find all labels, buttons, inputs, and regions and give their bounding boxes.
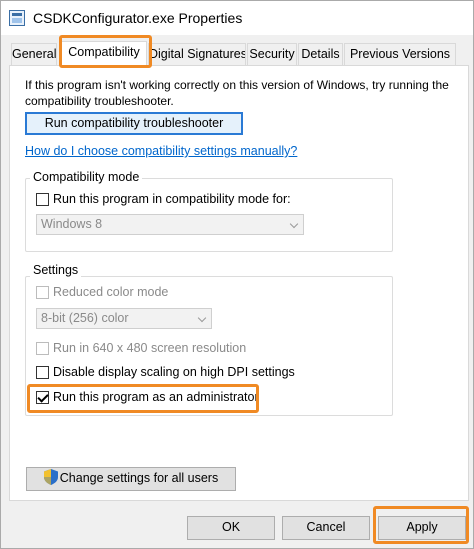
chevron-down-icon — [289, 219, 299, 229]
disable-dpi-label: Disable display scaling on high DPI sett… — [53, 365, 295, 379]
properties-dialog: CSDKConfigurator.exe Properties General … — [0, 0, 474, 549]
run-as-admin-row[interactable]: Run this program as an administrator — [36, 388, 259, 406]
compatibility-mode-label: Compatibility mode — [30, 170, 143, 184]
disable-dpi-checkbox[interactable] — [36, 365, 49, 379]
compatibility-panel: If this program isn't working correctly … — [9, 65, 469, 501]
change-settings-all-users-label: Change settings for all users — [59, 471, 219, 485]
window-title: CSDKConfigurator.exe Properties — [33, 10, 243, 26]
run-as-admin-label: Run this program as an administrator — [53, 390, 259, 404]
app-icon — [9, 10, 25, 26]
tab-general[interactable]: General — [11, 43, 57, 65]
help-link[interactable]: How do I choose compatibility settings m… — [25, 144, 297, 158]
title-bar: CSDKConfigurator.exe Properties — [1, 1, 473, 35]
cancel-button[interactable]: Cancel — [282, 516, 370, 540]
disable-dpi-row[interactable]: Disable display scaling on high DPI sett… — [36, 363, 295, 381]
ok-button[interactable]: OK — [187, 516, 275, 540]
tab-strip: General Compatibility Digital Signatures… — [9, 41, 469, 66]
compat-mode-checkbox-label: Run this program in compatibility mode f… — [53, 192, 291, 206]
run-640-label: Run in 640 x 480 screen resolution — [53, 341, 247, 355]
run-640-checkbox — [36, 341, 49, 355]
uac-shield-icon — [43, 469, 58, 485]
reduced-color-checkbox — [36, 285, 49, 299]
settings-group-label: Settings — [30, 263, 82, 277]
color-depth-select: 8-bit (256) color — [36, 308, 212, 329]
run-as-admin-checkbox[interactable] — [36, 390, 49, 404]
run-640-row: Run in 640 x 480 screen resolution — [36, 339, 246, 357]
apply-button[interactable]: Apply — [378, 516, 466, 540]
color-depth-value: 8-bit (256) color — [41, 311, 129, 325]
intro-text: If this program isn't working correctly … — [25, 78, 449, 108]
tab-previous-versions[interactable]: Previous Versions — [344, 43, 456, 65]
chevron-down-icon — [197, 313, 207, 323]
compat-mode-checkbox[interactable] — [36, 192, 49, 206]
tab-digital-signatures[interactable]: Digital Signatures — [148, 43, 246, 65]
dialog-footer: OK Cancel Apply — [1, 504, 473, 548]
compat-os-value: Windows 8 — [41, 217, 103, 231]
tab-compatibility[interactable]: Compatibility — [61, 41, 147, 66]
compat-mode-row[interactable]: Run this program in compatibility mode f… — [36, 190, 291, 208]
tab-security[interactable]: Security — [247, 43, 297, 65]
reduced-color-row: Reduced color mode — [36, 283, 168, 301]
run-troubleshooter-button[interactable]: Run compatibility troubleshooter — [25, 112, 243, 135]
compat-os-select[interactable]: Windows 8 — [36, 214, 304, 235]
reduced-color-label: Reduced color mode — [53, 285, 169, 299]
tab-details[interactable]: Details — [298, 43, 343, 65]
change-settings-all-users-button[interactable]: Change settings for all users — [26, 467, 236, 491]
